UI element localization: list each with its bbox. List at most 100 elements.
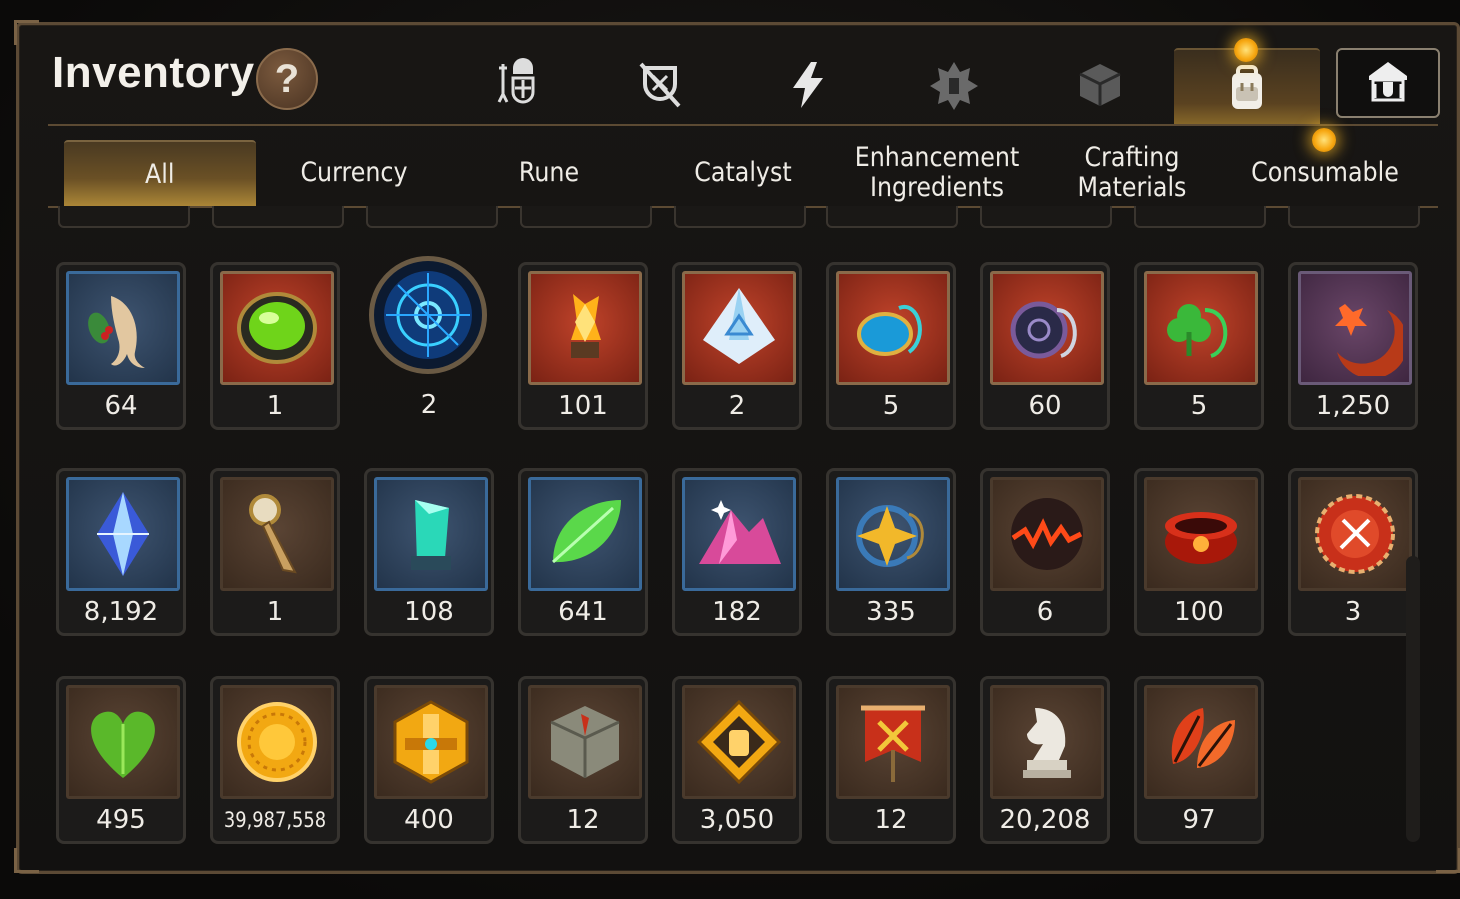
- inventory-item[interactable]: 3,050: [672, 676, 802, 844]
- inventory-item[interactable]: 12: [826, 676, 956, 844]
- broken-shield-icon[interactable]: [622, 48, 698, 122]
- green-gem-icon: [220, 271, 334, 385]
- item-count: 101: [558, 391, 608, 421]
- red-ring-icon: [1144, 477, 1258, 591]
- guild-crest-icon[interactable]: [1336, 48, 1440, 118]
- tab-currency[interactable]: Currency: [273, 140, 435, 206]
- item-count: 2: [728, 391, 746, 421]
- triangle-crystal-icon: [682, 271, 796, 385]
- item-count: 64: [104, 391, 138, 421]
- inventory-item[interactable]: 400: [364, 676, 494, 844]
- tab-all[interactable]: All: [64, 140, 256, 208]
- item-count: 1,250: [1315, 391, 1391, 421]
- item-count: 182: [712, 597, 762, 627]
- red-crescent-icon: [1298, 271, 1412, 385]
- item-count: 495: [96, 805, 146, 835]
- inventory-item[interactable]: 1: [210, 262, 340, 430]
- clipped-slot: [58, 206, 190, 228]
- clipped-slot: [212, 206, 344, 228]
- item-count: 3,050: [699, 805, 775, 835]
- inventory-item[interactable]: 3: [1288, 468, 1418, 636]
- panel-corner: [14, 20, 39, 45]
- inventory-item[interactable]: 2: [364, 256, 494, 430]
- clipped-slot: [980, 206, 1112, 228]
- clipped-slot: [520, 206, 652, 228]
- inventory-item[interactable]: 39,987,558: [210, 676, 340, 844]
- item-count: 108: [404, 597, 454, 627]
- item-count: 3: [1344, 597, 1362, 627]
- inventory-item[interactable]: 182: [672, 468, 802, 636]
- inventory-item[interactable]: 1,250: [1288, 262, 1418, 430]
- blue-diamond-icon: [66, 477, 180, 591]
- rune-crest-icon[interactable]: [916, 48, 992, 122]
- scrollbar[interactable]: [1406, 556, 1420, 842]
- inventory-item[interactable]: 335: [826, 468, 956, 636]
- inventory-item[interactable]: 108: [364, 468, 494, 636]
- item-count: 12: [566, 805, 600, 835]
- inventory-item[interactable]: 6: [980, 468, 1110, 636]
- inventory-item[interactable]: 641: [518, 468, 648, 636]
- item-count: 39,987,558: [223, 808, 327, 832]
- ginseng-root-icon: [66, 271, 180, 385]
- item-count: 5: [1190, 391, 1208, 421]
- green-heart-icon: [66, 685, 180, 799]
- tab-catalyst[interactable]: Catalyst: [661, 140, 825, 206]
- tab-enhancement-ingredients[interactable]: Enhancement Ingredients: [843, 140, 1031, 206]
- blue-rune-disc-icon: [369, 256, 487, 374]
- lava-orb-icon: [990, 477, 1104, 591]
- inventory-item[interactable]: 1: [210, 468, 340, 636]
- panel-corner: [1436, 848, 1460, 873]
- item-count: 400: [404, 805, 454, 835]
- item-count: 12: [874, 805, 908, 835]
- amber-crystal-icon: [528, 271, 642, 385]
- dark-ring-pendant-icon: [990, 271, 1104, 385]
- item-count: 1: [266, 391, 284, 421]
- item-count: 1: [266, 597, 284, 627]
- seal-badge-icon: [1298, 477, 1412, 591]
- green-leaf-icon: [528, 477, 642, 591]
- item-count: 2: [420, 390, 438, 420]
- inventory-item[interactable]: 20,208: [980, 676, 1110, 844]
- clipped-slot: [826, 206, 958, 228]
- war-banner-icon: [836, 685, 950, 799]
- lightning-icon[interactable]: [770, 48, 846, 122]
- pink-mountain-icon: [682, 477, 796, 591]
- teal-crystal-icon: [374, 477, 488, 591]
- clover-pendant-icon: [1144, 271, 1258, 385]
- inventory-item[interactable]: 64: [56, 262, 186, 430]
- item-count: 6: [1036, 597, 1054, 627]
- fist-emblem-icon: [682, 685, 796, 799]
- stone-compass-icon: [528, 685, 642, 799]
- clipped-slot: [674, 206, 806, 228]
- notification-dot: [1234, 38, 1258, 62]
- gold-hex-badge-icon: [374, 685, 488, 799]
- clipped-slot: [1134, 206, 1266, 228]
- item-count: 5: [882, 391, 900, 421]
- notification-dot: [1312, 128, 1336, 152]
- inventory-item[interactable]: 5: [826, 262, 956, 430]
- tab-crafting-materials[interactable]: Crafting Materials: [1053, 140, 1211, 206]
- inventory-item[interactable]: 97: [1134, 676, 1264, 844]
- help-button[interactable]: ?: [256, 48, 318, 110]
- blue-pendant-icon: [836, 271, 950, 385]
- item-count: 20,208: [999, 805, 1091, 835]
- cube-icon[interactable]: [1062, 48, 1138, 122]
- inventory-item[interactable]: 2: [672, 262, 802, 430]
- inventory-item[interactable]: 12: [518, 676, 648, 844]
- panel-corner: [14, 848, 39, 873]
- inventory-item[interactable]: 5: [1134, 262, 1264, 430]
- inventory-item[interactable]: 8,192: [56, 468, 186, 636]
- clipped-slot: [366, 206, 498, 228]
- divider: [48, 124, 1438, 126]
- inventory-item[interactable]: 100: [1134, 468, 1264, 636]
- gold-coin-icon: [220, 685, 334, 799]
- equipment-icon[interactable]: [478, 48, 554, 122]
- tab-rune[interactable]: Rune: [467, 140, 631, 206]
- autumn-leaves-icon: [1144, 685, 1258, 799]
- item-count: 60: [1028, 391, 1062, 421]
- inventory-item[interactable]: 495: [56, 676, 186, 844]
- item-count: 8,192: [83, 597, 159, 627]
- inventory-item[interactable]: 101: [518, 262, 648, 430]
- item-count: 641: [558, 597, 608, 627]
- inventory-item[interactable]: 60: [980, 262, 1110, 430]
